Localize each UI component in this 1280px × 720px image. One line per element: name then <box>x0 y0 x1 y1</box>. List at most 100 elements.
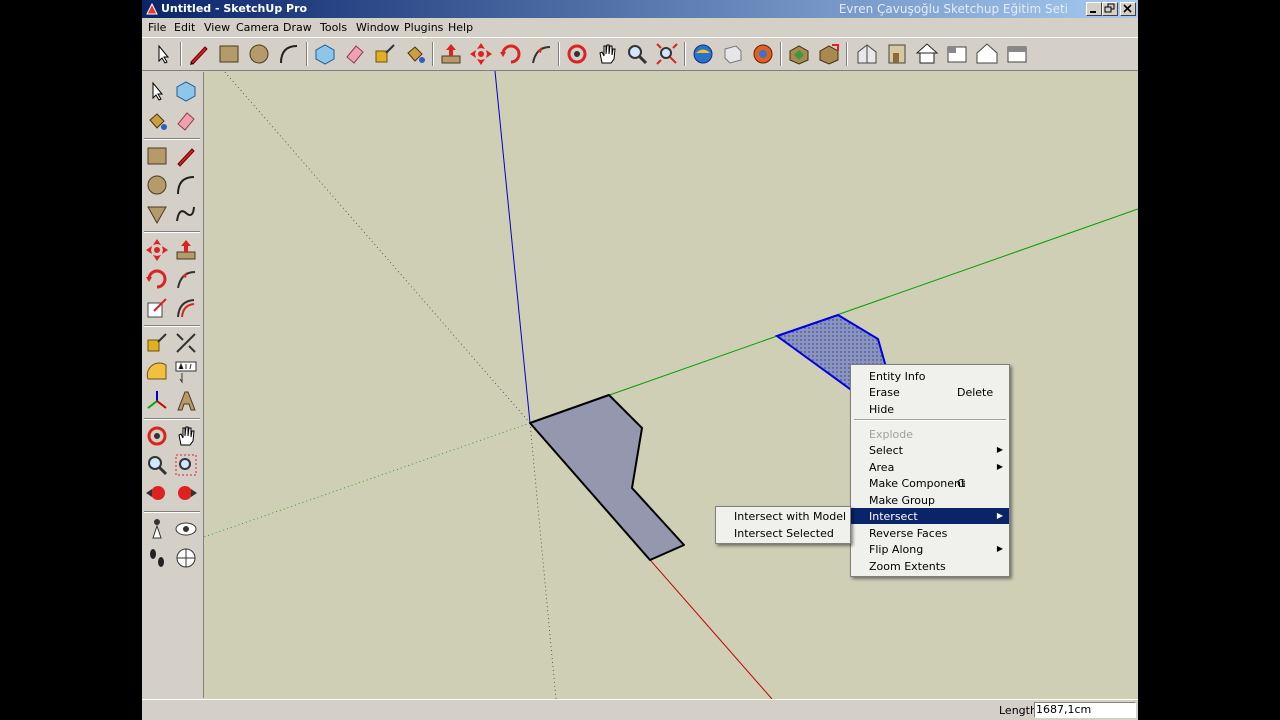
get-models-tool[interactable] <box>786 41 812 67</box>
text-tool[interactable] <box>173 359 199 385</box>
face-shape[interactable] <box>529 394 685 561</box>
rectangle-tool[interactable] <box>216 41 242 67</box>
share-model-icon <box>724 45 742 64</box>
menu-item-make-component[interactable]: Make Component G <box>851 475 1009 491</box>
push-pull-tool[interactable] <box>438 41 464 67</box>
menu-file[interactable]: File <box>148 21 166 34</box>
move-tool[interactable] <box>468 41 494 67</box>
move-icon <box>146 239 168 261</box>
close-button[interactable] <box>1120 2 1136 16</box>
freehand-tool[interactable] <box>173 201 199 227</box>
3d-warehouse-tool[interactable] <box>690 41 716 67</box>
zoom-window-tool[interactable] <box>173 452 199 478</box>
menu-item-reverse-faces[interactable]: Reverse Faces <box>851 525 1009 541</box>
orbit-tool[interactable] <box>144 423 170 449</box>
select-tool[interactable] <box>144 78 170 104</box>
protractor-icon <box>146 362 167 380</box>
rectangle-tool[interactable] <box>144 143 170 169</box>
menu-item-entity-info[interactable]: Entity Info <box>851 368 1009 384</box>
left-view-icon <box>1007 46 1027 63</box>
make-component-tool[interactable] <box>173 78 199 104</box>
minimize-button[interactable] <box>1086 2 1102 16</box>
scale-tool[interactable] <box>144 295 170 321</box>
toolbar-separator <box>144 511 200 513</box>
menu-item-select[interactable]: Select ▶ <box>851 442 1009 458</box>
arc-tool[interactable] <box>276 41 302 67</box>
measurements-input[interactable]: 1687,1cm <box>1034 702 1136 718</box>
zoom-icon <box>148 456 168 476</box>
walk-tool[interactable] <box>144 545 170 571</box>
circle-tool[interactable] <box>246 41 272 67</box>
menu-edit[interactable]: Edit <box>174 21 195 34</box>
menu-item-flip-along[interactable]: Flip Along ▶ <box>851 541 1009 557</box>
toolbar-separator <box>558 42 560 66</box>
front-view-button[interactable] <box>884 41 910 67</box>
make-component-tool[interactable] <box>312 41 338 67</box>
menu-item-intersect-with-model[interactable]: Intersect with Model <box>716 508 850 524</box>
status-bar: Length 1687,1cm <box>142 699 1138 720</box>
menu-item-hide[interactable]: Hide <box>851 401 1009 417</box>
components-tool[interactable] <box>750 41 776 67</box>
zoom-tool[interactable] <box>144 452 170 478</box>
paint-bucket-tool[interactable] <box>402 41 428 67</box>
position-camera-tool[interactable] <box>144 516 170 542</box>
protractor-tool[interactable] <box>144 359 170 385</box>
menu-camera[interactable]: Camera <box>236 21 279 34</box>
sketchup-app-icon[interactable] <box>144 1 160 17</box>
menu-plugins[interactable]: Plugins <box>404 21 443 34</box>
menu-item-intersect-selected[interactable]: Intersect Selected <box>716 525 850 541</box>
move-tool[interactable] <box>144 237 170 263</box>
menu-item-erase[interactable]: Erase Delete <box>851 384 1009 400</box>
select-tool[interactable] <box>150 41 176 67</box>
tape-measure-tool[interactable] <box>372 41 398 67</box>
look-around-icon <box>175 522 197 536</box>
title-bar[interactable]: Untitled - SketchUp Pro Evren Çavuşoğlu … <box>142 0 1138 18</box>
section-plane-tool[interactable] <box>173 545 199 571</box>
paint-bucket-tool[interactable] <box>144 108 170 134</box>
menu-item-zoom-extents[interactable]: Zoom Extents <box>851 558 1009 574</box>
menu-tools[interactable]: Tools <box>320 21 347 34</box>
eraser-tool[interactable] <box>173 108 199 134</box>
rotate-tool[interactable] <box>498 41 524 67</box>
3d-text-tool[interactable] <box>173 388 199 414</box>
left-view-button[interactable] <box>1004 41 1030 67</box>
orbit-tool[interactable] <box>564 41 590 67</box>
menu-view[interactable]: View <box>204 21 230 34</box>
right-view-button[interactable] <box>944 41 970 67</box>
axes-tool[interactable] <box>144 388 170 414</box>
next-view-tool[interactable] <box>173 481 199 507</box>
share-component-tool[interactable] <box>816 41 842 67</box>
front-view-icon <box>888 44 906 64</box>
polygon-tool[interactable] <box>144 201 170 227</box>
offset-tool[interactable] <box>173 295 199 321</box>
menu-item-area[interactable]: Area ▶ <box>851 459 1009 475</box>
follow-me-tool[interactable] <box>173 266 199 292</box>
tape-measure-tool[interactable] <box>144 330 170 356</box>
back-view-button[interactable] <box>974 41 1000 67</box>
line-tool[interactable] <box>173 143 199 169</box>
share-model-tool[interactable] <box>720 41 746 67</box>
menu-help[interactable]: Help <box>448 21 473 34</box>
look-around-tool[interactable] <box>173 516 199 542</box>
menu-draw[interactable]: Draw <box>283 21 312 34</box>
zoom-tool[interactable] <box>624 41 650 67</box>
restore-button[interactable] <box>1102 2 1118 16</box>
pan-tool[interactable] <box>594 41 620 67</box>
arc-tool[interactable] <box>173 172 199 198</box>
push-pull-tool[interactable] <box>173 237 199 263</box>
menu-window[interactable]: Window <box>356 21 399 34</box>
dimension-tool[interactable] <box>173 330 199 356</box>
previous-view-tool[interactable] <box>144 481 170 507</box>
zoom-extents-tool[interactable] <box>654 41 680 67</box>
menu-item-make-group[interactable]: Make Group <box>851 492 1009 508</box>
pencil-tool[interactable] <box>186 41 212 67</box>
menu-item-intersect[interactable]: Intersect ▶ <box>851 508 1009 524</box>
eraser-tool[interactable] <box>342 41 368 67</box>
circle-tool[interactable] <box>144 172 170 198</box>
iso-view-button[interactable] <box>854 41 880 67</box>
model-viewport[interactable]: Entity Info Erase Delete Hide Explode Sel… <box>204 70 1138 699</box>
follow-me-tool[interactable] <box>528 41 554 67</box>
top-view-button[interactable] <box>914 41 940 67</box>
rotate-tool[interactable] <box>144 266 170 292</box>
pan-tool[interactable] <box>173 423 199 449</box>
